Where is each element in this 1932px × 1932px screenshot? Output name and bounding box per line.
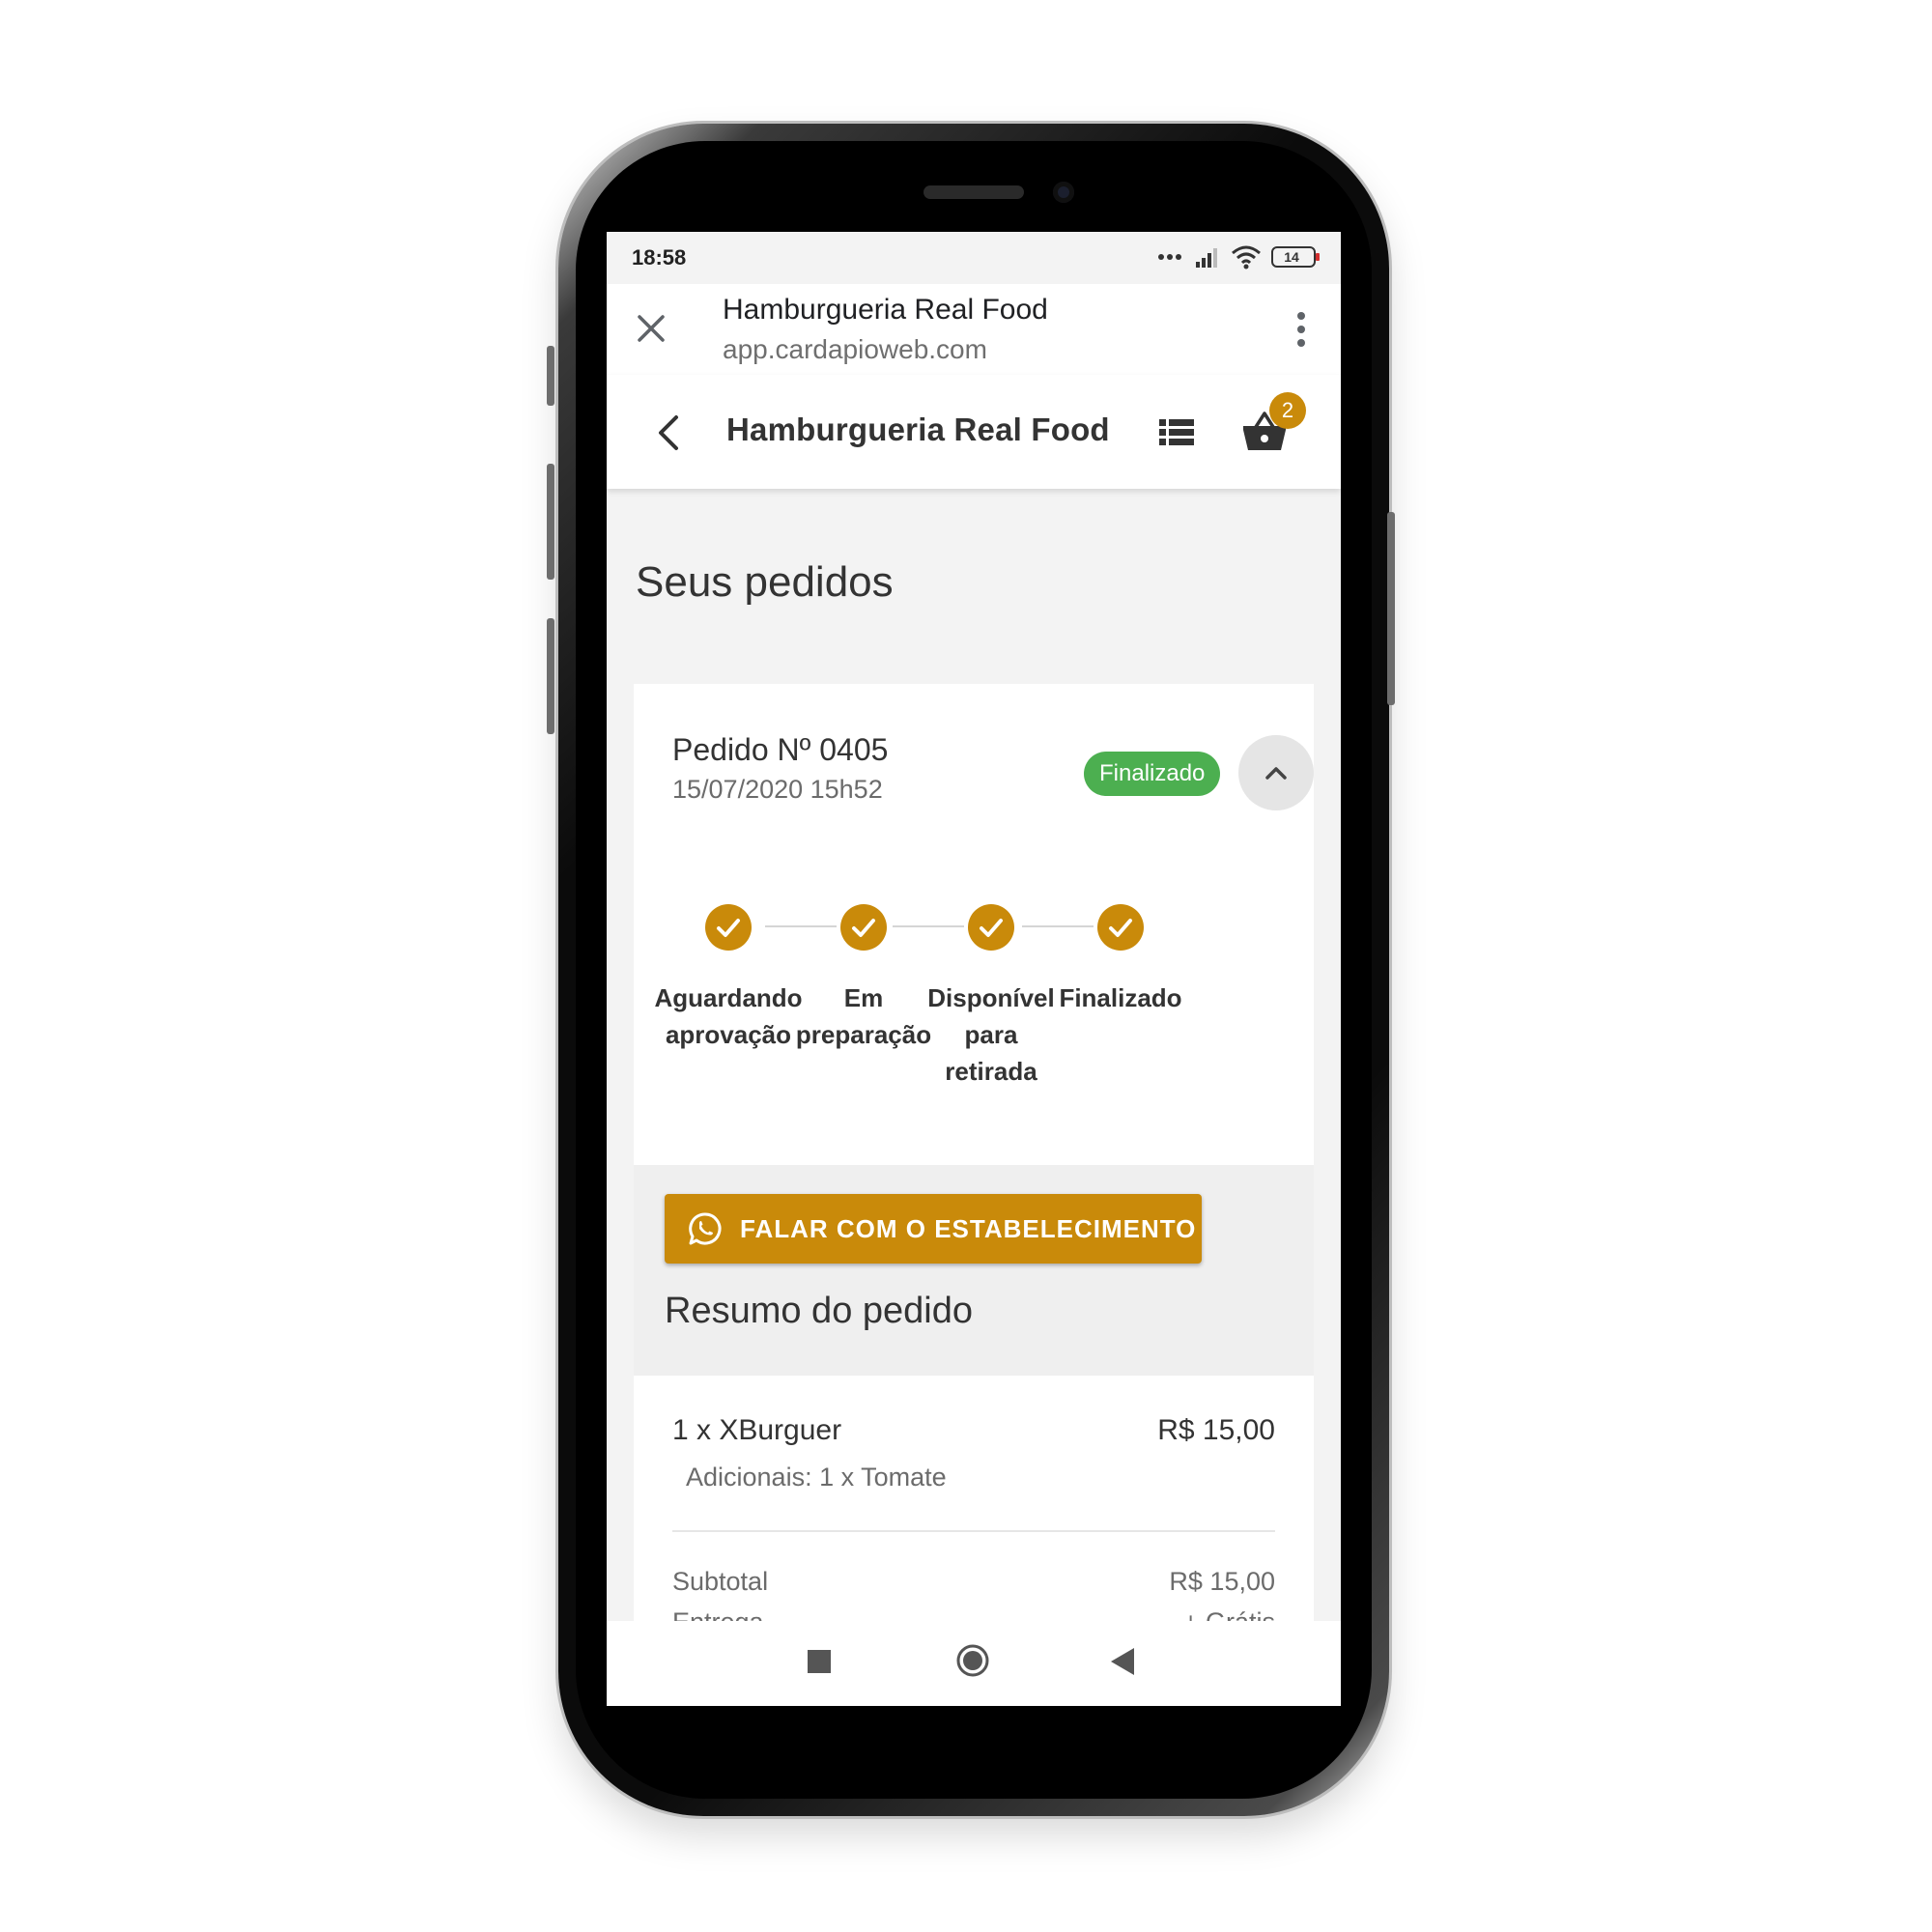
item-extras: Adicionais: 1 x Tomate [686, 1463, 947, 1492]
battery-level: 14 [1284, 249, 1299, 265]
step-connector [893, 925, 964, 927]
wifi-icon [1232, 245, 1261, 270]
browser-bar: Hamburgueria Real Food app.cardapioweb.c… [607, 284, 1341, 376]
step-connector [1022, 925, 1094, 927]
step-check-3 [968, 904, 1014, 951]
check-icon [717, 919, 740, 937]
more-options-icon[interactable] [1296, 311, 1306, 348]
contact-store-button[interactable]: FALAR COM O ESTABELECIMENTO [665, 1194, 1202, 1264]
list-icon[interactable] [1159, 417, 1194, 448]
back-arrow-icon[interactable] [653, 413, 684, 452]
check-icon [1109, 919, 1132, 937]
chevron-up-icon [1265, 767, 1287, 780]
step-check-4 [1097, 904, 1144, 951]
browser-title: Hamburgueria Real Food [723, 294, 1048, 326]
recent-apps-icon[interactable] [808, 1650, 831, 1673]
phone-screen: 18:58 14 Hamburgueria Real Food app.card… [607, 232, 1341, 1706]
divider [672, 1530, 1275, 1532]
dots-icon [1158, 254, 1181, 260]
status-bar: 18:58 14 [607, 232, 1341, 284]
subtotal-label: Subtotal [672, 1567, 769, 1596]
page-title: Seus pedidos [636, 558, 894, 606]
contact-store-label: FALAR COM O ESTABELECIMENTO [740, 1214, 1197, 1243]
whatsapp-icon [689, 1212, 722, 1245]
step-label-4: Finalizado [1059, 983, 1182, 1012]
status-icons: 14 [1157, 244, 1320, 270]
battery-icon: 14 [1271, 246, 1320, 268]
step-check-2 [840, 904, 887, 951]
item-name: 1 x XBurguer [672, 1414, 842, 1446]
status-badge: Finalizado [1084, 752, 1221, 796]
step-check-1 [705, 904, 752, 951]
home-icon[interactable] [956, 1644, 989, 1677]
subtotal-value: R$ 15,00 [1169, 1567, 1275, 1596]
nav-back-icon[interactable] [1109, 1646, 1136, 1677]
app-bar: Hamburgueria Real Food 2 [607, 375, 1341, 489]
check-icon [980, 919, 1003, 937]
collapse-button[interactable] [1238, 735, 1314, 810]
status-time: 18:58 [632, 245, 687, 270]
close-icon[interactable] [632, 309, 670, 348]
phone-volume-down-button [547, 618, 554, 734]
phone-camera [1053, 182, 1074, 203]
summary-header: FALAR COM O ESTABELECIMENTO Resumo do pe… [634, 1165, 1314, 1376]
summary-title: Resumo do pedido [665, 1291, 973, 1331]
app-title: Hamburgueria Real Food [726, 412, 1110, 447]
step-connector [765, 925, 837, 927]
browser-url[interactable]: app.cardapioweb.com [723, 334, 987, 365]
signal-icon [1196, 248, 1217, 268]
system-nav-bar [607, 1621, 1341, 1706]
order-card: Pedido Nº 0405 15/07/2020 15h52 Finaliza… [634, 684, 1314, 1706]
order-datetime: 15/07/2020 15h52 [672, 775, 883, 804]
cart-count-badge: 2 [1269, 392, 1306, 429]
check-icon [852, 919, 875, 937]
phone-side-button [547, 346, 554, 406]
phone-volume-up-button [547, 464, 554, 580]
item-price: R$ 15,00 [1157, 1414, 1275, 1446]
phone-speaker [923, 185, 1024, 199]
phone-power-button [1387, 512, 1395, 705]
step-label-1: Aguardando aprovação [654, 983, 803, 1049]
order-number: Pedido Nº 0405 [672, 732, 889, 767]
